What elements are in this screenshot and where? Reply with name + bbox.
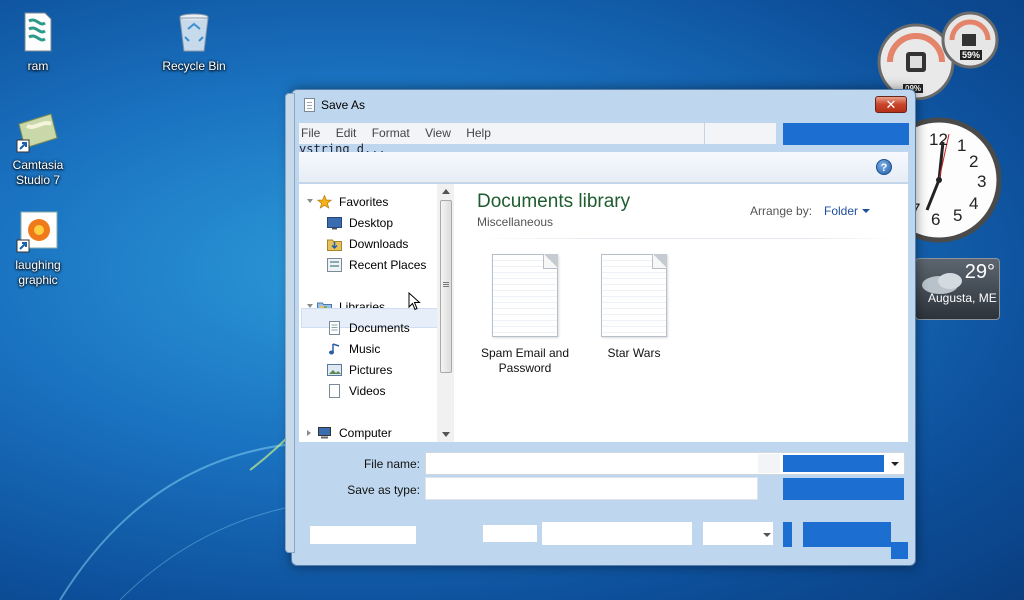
menu-format[interactable]: Format — [372, 123, 416, 140]
nav-label: Pictures — [349, 363, 393, 377]
chevron-down-icon — [763, 533, 771, 537]
file-name-label: File name: — [363, 457, 420, 471]
desktop-icon-label: laughing graphic — [15, 258, 61, 287]
render-artifact-white — [542, 522, 692, 545]
render-artifact-blue — [783, 455, 884, 472]
arrange-by-label: Arrange by: — [750, 204, 813, 218]
file-name: Spam Email and Password — [480, 346, 570, 375]
header-divider — [477, 238, 892, 239]
navigation-pane[interactable]: Favorites Desktop Downloads Recent Place… — [299, 184, 458, 442]
desktop-icon-ram[interactable]: ram — [0, 9, 78, 74]
chevron-down-icon[interactable] — [891, 462, 899, 466]
memory-percent-readout: 59% — [960, 50, 983, 60]
clock-numeral: 1 — [957, 136, 967, 155]
desktop-icon-laughing-graphic[interactable]: laughing graphic — [0, 208, 78, 288]
render-artifact-blue — [891, 542, 908, 559]
scroll-thumb[interactable] — [440, 200, 452, 373]
help-icon[interactable]: ? — [876, 159, 892, 175]
clock-numeral: 12 — [929, 130, 948, 149]
scroll-down-arrow-icon[interactable] — [442, 432, 450, 437]
window-title: Save As — [321, 98, 366, 112]
camtasia-shortcut-icon — [15, 108, 61, 154]
documents-icon — [329, 321, 340, 335]
text-document-icon — [492, 254, 558, 337]
pictures-icon — [327, 364, 342, 376]
videos-icon — [329, 384, 340, 398]
text-document-icon — [601, 254, 667, 337]
weather-location: Augusta, ME — [928, 291, 997, 305]
scroll-up-arrow-icon[interactable] — [442, 189, 450, 194]
save-as-type-label: Save as type: — [347, 483, 420, 497]
nav-label: Documents — [349, 321, 410, 335]
arrange-by-dropdown[interactable]: Folder — [824, 204, 858, 218]
file-item[interactable]: Star Wars — [583, 254, 685, 361]
clock-numeral: 6 — [931, 210, 941, 229]
nav-label: Recent Places — [349, 258, 427, 272]
menu-view[interactable]: View — [425, 123, 457, 140]
expand-arrow-icon[interactable] — [307, 430, 311, 436]
garbled-text-artifact: ystring d... — [299, 143, 386, 152]
weather-gadget[interactable]: 29° Augusta, ME — [915, 258, 1000, 320]
cpu-meter-dials — [877, 11, 999, 101]
nav-label: Computer — [339, 426, 392, 440]
chevron-down-icon[interactable] — [862, 209, 870, 213]
recycle-bin-icon — [171, 9, 217, 55]
library-title: Documents library — [477, 191, 631, 212]
render-artifact-blue — [783, 123, 909, 145]
render-artifact-white — [483, 525, 537, 542]
file-name: Star Wars — [607, 346, 661, 360]
nav-label: Videos — [349, 384, 386, 398]
menu-file[interactable]: File — [301, 123, 326, 140]
clock-numeral: 4 — [969, 194, 979, 213]
file-list-pane[interactable]: Documents library Miscellaneous Arrange … — [456, 184, 908, 442]
weather-temperature: 29° — [964, 261, 995, 283]
render-artifact-blue — [783, 522, 792, 547]
recent-places-icon — [327, 258, 342, 272]
desktop-icon-camtasia[interactable]: Camtasia Studio 7 — [0, 108, 78, 188]
dialog-toolbar: ? — [299, 152, 908, 183]
close-button[interactable]: ✕ — [875, 96, 907, 113]
nav-label: Favorites — [339, 195, 389, 209]
clock-numeral: 2 — [969, 152, 979, 171]
desktop-icon-label: Recycle Bin — [162, 59, 226, 73]
nav-label: Music — [349, 342, 381, 356]
field-artifact — [758, 454, 780, 473]
nav-scrollbar[interactable] — [437, 184, 454, 442]
menu-edit[interactable]: Edit — [336, 123, 363, 140]
clock-gadget[interactable]: 12 1 2 3 4 5 6 7 — [876, 116, 1002, 244]
title-bar[interactable]: Save As ✕ — [292, 90, 915, 120]
clock-numeral: 5 — [953, 206, 963, 225]
library-subtitle: Miscellaneous — [477, 215, 554, 229]
clock-numeral: 3 — [977, 172, 987, 191]
star-icon — [317, 195, 332, 209]
nav-label: Desktop — [349, 216, 394, 230]
menu-help[interactable]: Help — [466, 123, 497, 140]
scroll-grip-icon — [443, 282, 449, 283]
mouse-cursor-icon — [408, 292, 421, 311]
desktop-icon-label: Camtasia Studio 7 — [12, 158, 64, 187]
background-window-edge — [285, 93, 295, 553]
file-item[interactable]: Spam Email and Password — [474, 254, 576, 376]
render-artifact-blue — [803, 522, 891, 547]
desktop-icon-recycle-bin[interactable]: Recycle Bin — [154, 9, 234, 74]
notepad-icon — [304, 98, 315, 112]
image-file-icon — [15, 208, 61, 254]
render-artifact-white — [310, 526, 416, 544]
desktop-icon-label: ram — [27, 59, 49, 73]
music-icon — [329, 343, 340, 355]
downloads-folder-icon — [327, 239, 342, 251]
save-as-dialog[interactable]: Save As ✕ File Edit Format View Help yst… — [285, 89, 916, 566]
menu-bar: File Edit Format View Help — [299, 123, 708, 144]
render-artifact-blue — [783, 478, 904, 500]
expand-arrow-icon[interactable] — [307, 199, 313, 203]
desktop-icon — [327, 217, 342, 230]
menu-bar-artifact — [704, 123, 776, 144]
computer-icon — [318, 427, 331, 439]
nav-label: Downloads — [349, 237, 409, 251]
save-as-type-select[interactable] — [425, 477, 758, 500]
cpu-meter-gadget[interactable]: 09% 59% — [876, 8, 1002, 101]
script-file-icon — [15, 9, 61, 55]
